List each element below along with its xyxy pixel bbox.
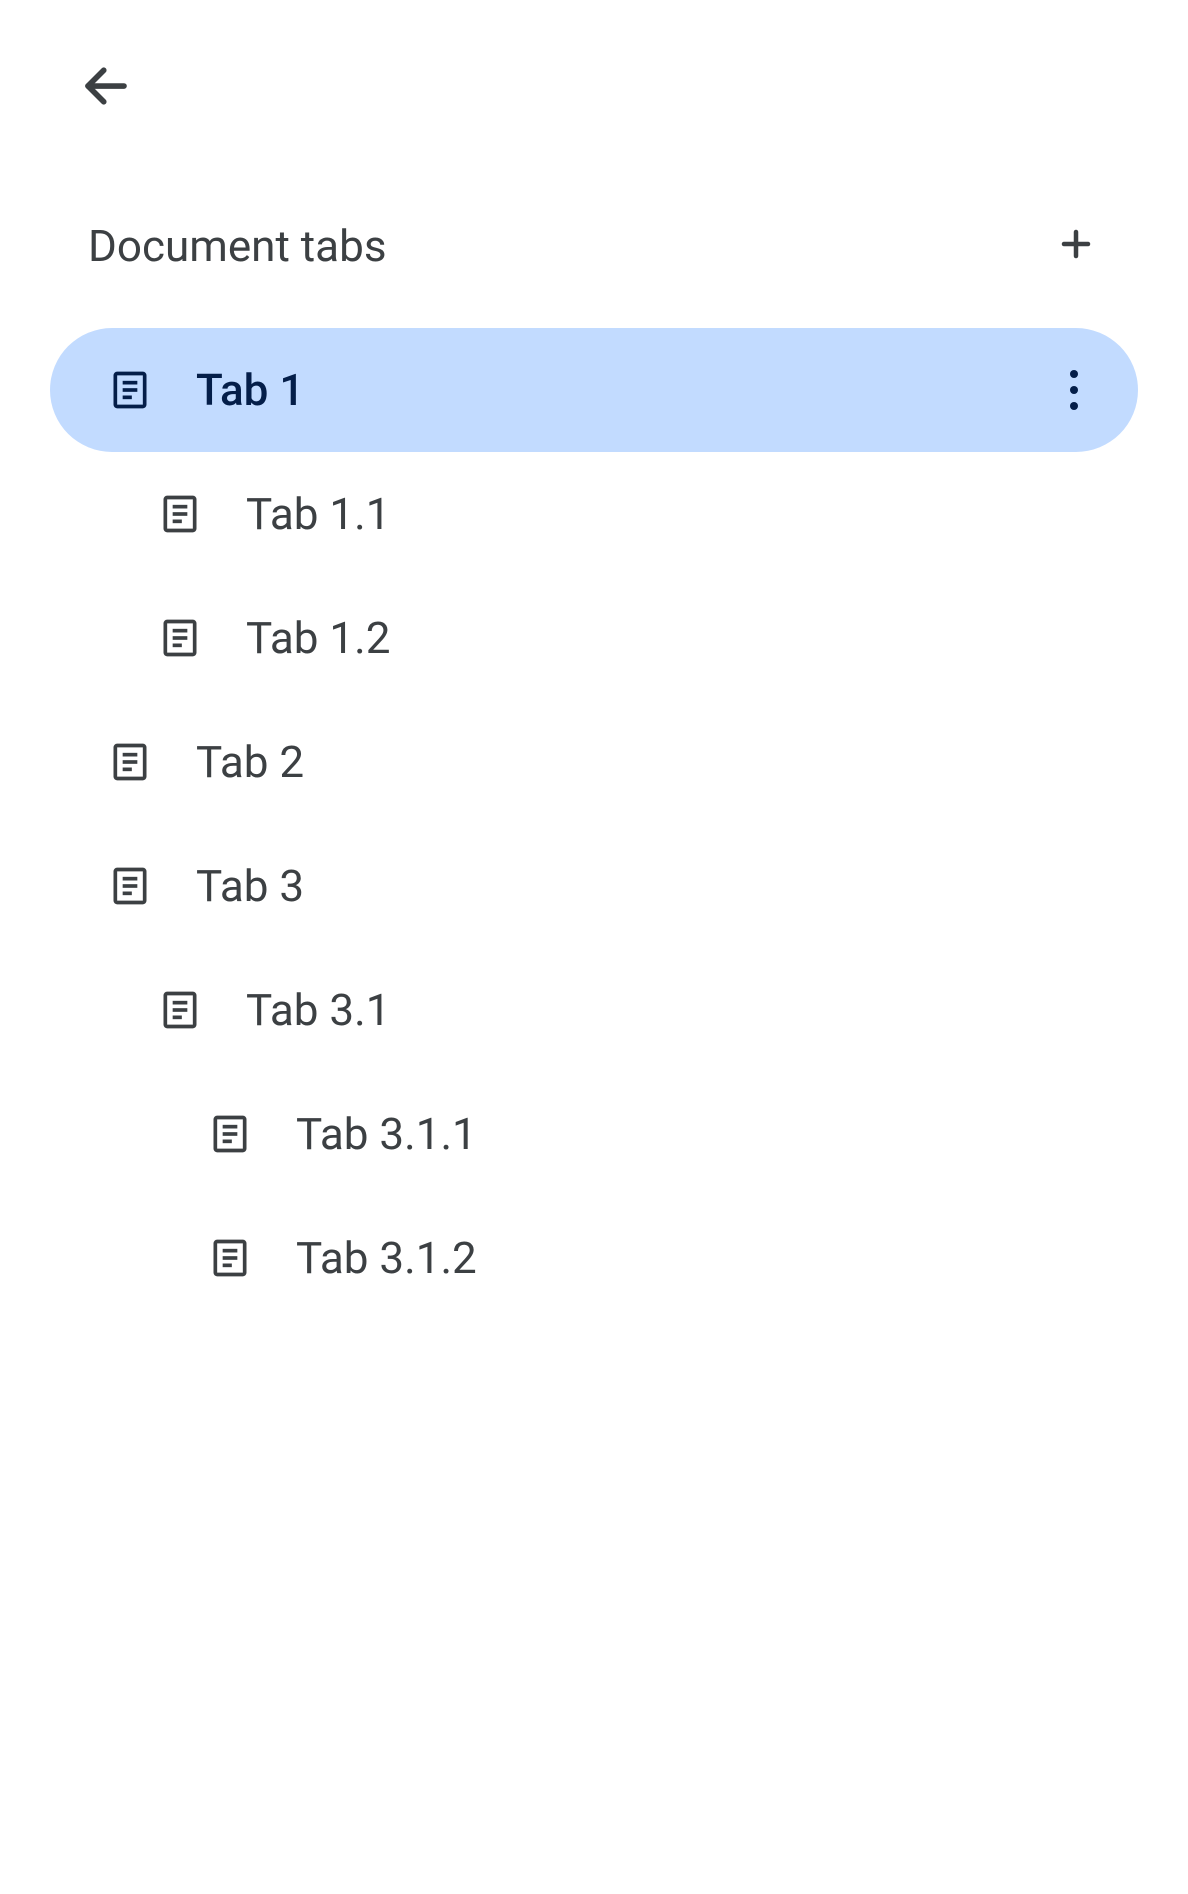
tab-item[interactable]: Tab 1 xyxy=(50,328,1138,452)
document-icon xyxy=(108,368,152,412)
tab-item[interactable]: Tab 1.2 xyxy=(50,576,1138,700)
tab-label: Tab 3.1 xyxy=(246,984,1098,1036)
document-icon xyxy=(158,988,202,1032)
document-icon xyxy=(158,492,202,536)
tabs-list: Tab 1 Tab 1.1 Tab 1.2 Tab 2 xyxy=(50,328,1138,1320)
tab-item[interactable]: Tab 3.1.1 xyxy=(50,1072,1138,1196)
arrow-left-icon xyxy=(79,59,133,117)
tab-item[interactable]: Tab 3.1.2 xyxy=(50,1196,1138,1320)
document-icon xyxy=(108,864,152,908)
document-icon xyxy=(108,740,152,784)
plus-icon xyxy=(1058,226,1094,266)
tab-item[interactable]: Tab 3 xyxy=(50,824,1138,948)
tab-more-button[interactable] xyxy=(1050,366,1098,414)
tab-label: Tab 1 xyxy=(196,364,1050,416)
document-icon xyxy=(208,1112,252,1156)
tab-label: Tab 1.2 xyxy=(246,612,1098,664)
tab-item[interactable]: Tab 1.1 xyxy=(50,452,1138,576)
tab-label: Tab 2 xyxy=(196,736,1098,788)
tab-label: Tab 1.1 xyxy=(246,488,1098,540)
tab-label: Tab 3 xyxy=(196,860,1098,912)
tab-label: Tab 3.1.2 xyxy=(296,1232,1098,1284)
document-icon xyxy=(208,1236,252,1280)
document-icon xyxy=(158,616,202,660)
back-button[interactable] xyxy=(76,58,136,118)
header-row: Document tabs xyxy=(88,220,1100,272)
add-tab-button[interactable] xyxy=(1052,222,1100,270)
tab-item[interactable]: Tab 2 xyxy=(50,700,1138,824)
tab-item[interactable]: Tab 3.1 xyxy=(50,948,1138,1072)
page-title: Document tabs xyxy=(88,220,387,272)
more-vertical-icon xyxy=(1070,370,1078,378)
tab-label: Tab 3.1.1 xyxy=(296,1108,1098,1160)
